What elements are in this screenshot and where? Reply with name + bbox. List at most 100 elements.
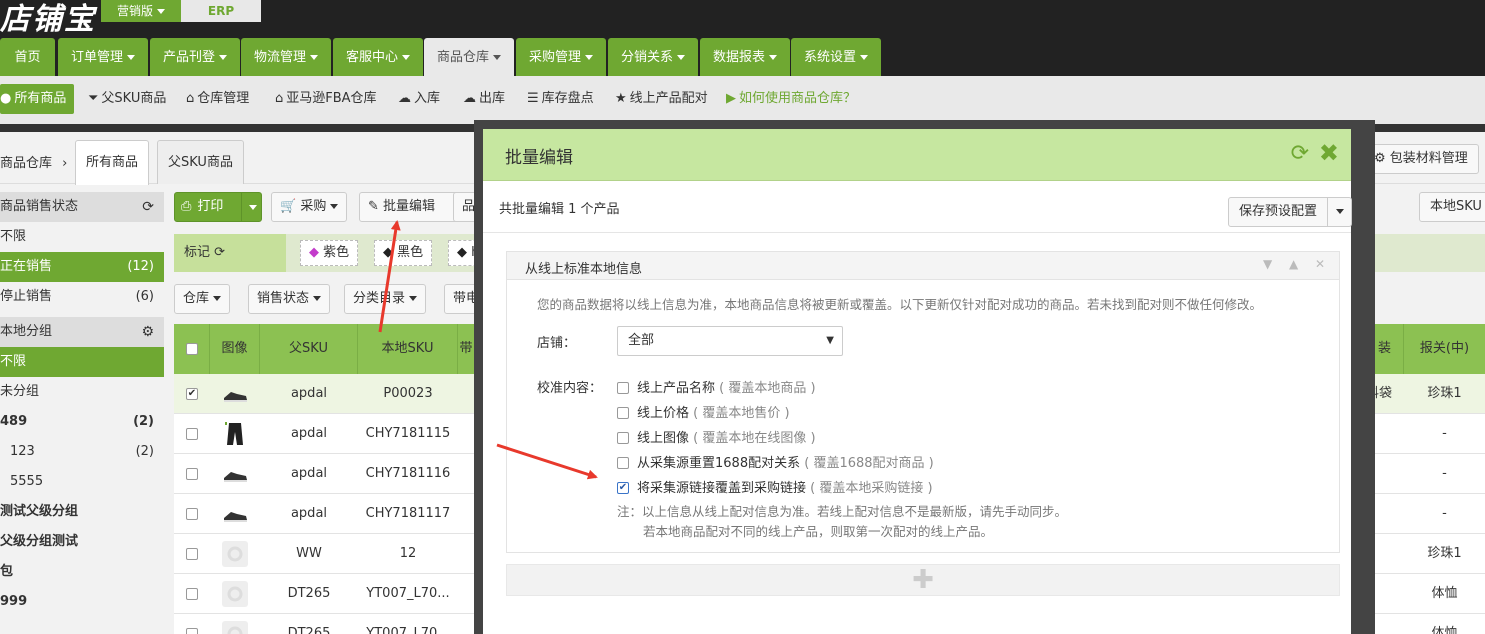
image-placeholder-icon[interactable] <box>221 580 249 608</box>
sidebar-item[interactable]: 不限 <box>0 222 164 252</box>
batch-edit-button[interactable]: ✎ 批量编辑 <box>359 192 459 222</box>
header-select[interactable] <box>174 324 210 374</box>
print-button[interactable]: ⎙ 打印 <box>174 192 262 222</box>
row-select[interactable] <box>174 494 210 534</box>
row-checkbox[interactable] <box>186 467 198 480</box>
calibrate-option-0[interactable]: 线上产品名称 ( 覆盖本地商品 ) <box>617 377 816 396</box>
nav-item-4[interactable]: 客服中心 <box>333 38 423 76</box>
collapse-up-icon[interactable]: ▲ <box>1289 257 1298 271</box>
local-sku-button[interactable]: 本地SKU <box>1419 192 1485 222</box>
option-label[interactable]: 从采集源重置1688配对关系 <box>637 456 800 471</box>
sidebar-item[interactable]: 不限 <box>0 347 164 377</box>
calibrate-option-3[interactable]: 从采集源重置1688配对关系 ( 覆盖1688配对商品 ) <box>617 452 934 471</box>
calibrate-option-4[interactable]: 将采集源链接覆盖到采购链接 ( 覆盖本地采购链接 ) <box>617 477 933 496</box>
sidebar-item[interactable]: 正在销售 (12) <box>0 252 164 282</box>
purchase-button[interactable]: 🛒 采购 <box>271 192 348 222</box>
nav-item-5[interactable]: 商品仓库 <box>424 38 514 76</box>
breadcrumb-root[interactable]: 商品仓库 <box>0 156 52 171</box>
nav-item-3[interactable]: 物流管理 <box>241 38 331 76</box>
row-select[interactable] <box>174 454 210 494</box>
row-image[interactable] <box>210 614 260 634</box>
calibrate-option-1[interactable]: 线上价格 ( 覆盖本地售价 ) <box>617 402 790 421</box>
subnav-item-4[interactable]: ☁ 入库 <box>398 84 440 114</box>
shoe-thumbnail[interactable] <box>221 380 249 408</box>
chevron-down-icon[interactable] <box>249 205 257 210</box>
filter-category[interactable]: 分类目录 <box>344 284 427 314</box>
shoe-thumbnail[interactable] <box>221 500 249 528</box>
row-select[interactable] <box>174 374 210 414</box>
row-image[interactable] <box>210 414 260 454</box>
shoe-thumbnail[interactable] <box>221 460 249 488</box>
image-placeholder-icon[interactable] <box>221 620 249 634</box>
option-checkbox[interactable] <box>617 406 629 419</box>
row-select[interactable] <box>174 614 210 634</box>
nav-item-8[interactable]: 数据报表 <box>700 38 790 76</box>
select-all-checkbox[interactable] <box>185 342 198 355</box>
sidebar-item[interactable]: 未分组 <box>0 377 164 407</box>
sidebar-item[interactable]: 包 <box>0 557 164 587</box>
panel-close-icon[interactable]: ✕ <box>1315 257 1325 271</box>
nav-item-0[interactable]: 首页 <box>0 38 55 76</box>
image-placeholder-icon[interactable] <box>221 540 249 568</box>
nav-item-9[interactable]: 系统设置 <box>791 38 881 76</box>
row-checkbox[interactable] <box>186 587 198 600</box>
row-checkbox[interactable] <box>186 387 198 400</box>
row-image[interactable] <box>210 534 260 574</box>
subnav-item-6[interactable]: ☰ 库存盘点 <box>527 84 594 114</box>
row-image[interactable] <box>210 374 260 414</box>
tag-black[interactable]: ◆ 黑色 <box>374 240 433 266</box>
refresh-icon[interactable]: ⟳ <box>214 245 225 260</box>
row-image[interactable] <box>210 494 260 534</box>
filter-sale-status[interactable]: 销售状态 <box>248 284 331 314</box>
filter-warehouse[interactable]: 仓库 <box>174 284 231 314</box>
calibrate-option-2[interactable]: 线上图像 ( 覆盖本地在线图像 ) <box>617 427 816 446</box>
row-local-sku[interactable]: CHY7181117 <box>358 494 458 534</box>
add-section-button[interactable]: ✚ <box>506 564 1340 596</box>
subnav-item-3[interactable]: ⌂ 亚马逊FBA仓库 <box>275 84 377 114</box>
sidebar-item[interactable]: 5555 <box>0 467 164 497</box>
tab-all-products[interactable]: 所有商品 <box>75 140 150 185</box>
row-checkbox[interactable] <box>186 427 198 440</box>
shop-select[interactable]: 全部 ▼ <box>617 326 843 356</box>
packaging-button[interactable]: ⚙ 包装材料管理 <box>1363 144 1479 174</box>
option-label[interactable]: 将采集源链接覆盖到采购链接 <box>637 481 806 496</box>
sidebar-item[interactable]: 停止销售 (6) <box>0 282 164 312</box>
option-checkbox[interactable] <box>617 481 629 494</box>
pants-thumbnail[interactable] <box>221 420 249 448</box>
sidebar-item[interactable]: 489 (2) <box>0 407 164 437</box>
row-select[interactable] <box>174 574 210 614</box>
sidebar-item[interactable]: 123 (2) <box>0 437 164 467</box>
option-checkbox[interactable] <box>617 431 629 444</box>
subnav-item-2[interactable]: ⌂ 仓库管理 <box>186 84 249 114</box>
option-label[interactable]: 线上图像 <box>637 431 689 446</box>
row-local-sku[interactable]: YT007_L70... <box>358 614 458 634</box>
row-select[interactable] <box>174 414 210 454</box>
close-icon[interactable]: ✖ <box>1319 141 1339 165</box>
sidebar-item[interactable]: 父级分组测试 <box>0 527 164 557</box>
row-checkbox[interactable] <box>186 507 198 520</box>
row-select[interactable] <box>174 534 210 574</box>
preset-dropdown-button[interactable] <box>1328 197 1352 227</box>
collapse-down-icon[interactable]: ▼ <box>1263 257 1272 271</box>
refresh-icon[interactable]: ⟳ <box>1291 143 1309 165</box>
row-local-sku[interactable]: P00023 <box>358 374 458 414</box>
app-logo[interactable]: 店铺宝 <box>0 0 96 38</box>
refresh-icon[interactable]: ⟳ <box>142 192 154 222</box>
option-checkbox[interactable] <box>617 456 629 469</box>
save-preset-button[interactable]: 保存预设配置 <box>1228 197 1328 227</box>
row-local-sku[interactable]: CHY7181115 <box>358 414 458 454</box>
subnav-item-5[interactable]: ☁ 出库 <box>463 84 505 114</box>
nav-item-6[interactable]: 采购管理 <box>516 38 606 76</box>
header-local-sku[interactable]: 本地SKU <box>358 324 458 374</box>
option-checkbox[interactable] <box>617 381 629 394</box>
header-parent-sku[interactable]: 父SKU <box>260 324 358 374</box>
option-label[interactable]: 线上产品名称 <box>637 381 715 396</box>
row-checkbox[interactable] <box>186 627 198 634</box>
row-image[interactable] <box>210 454 260 494</box>
nav-item-7[interactable]: 分销关系 <box>608 38 698 76</box>
subnav-item-8[interactable]: ▶ 如何使用商品仓库？ <box>726 84 856 114</box>
row-local-sku[interactable]: YT007_L70... <box>358 574 458 614</box>
row-image[interactable] <box>210 574 260 614</box>
subnav-item-7[interactable]: ★ 线上产品配对 <box>615 84 708 114</box>
gear-icon[interactable]: ⚙ <box>141 317 154 347</box>
